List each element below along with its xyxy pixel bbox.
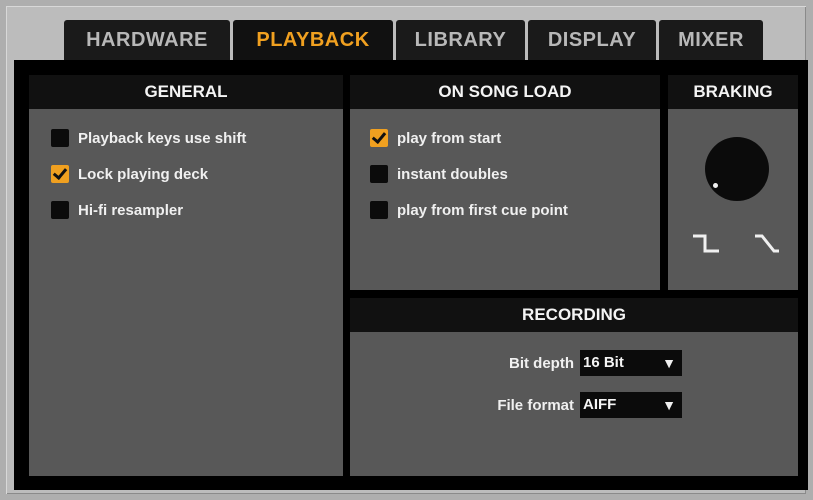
recording-panel-title: RECORDING xyxy=(350,298,798,332)
hi-fi-resampler-checkbox[interactable] xyxy=(51,201,69,219)
on-song-load-panel-title: ON SONG LOAD xyxy=(350,75,660,109)
file-format-row: File format AIFF ▼ xyxy=(444,392,682,418)
knob-indicator-dot xyxy=(713,183,718,188)
lock-playing-deck-option[interactable]: Lock playing deck xyxy=(51,163,208,185)
play-from-first-cue-point-checkbox[interactable] xyxy=(370,201,388,219)
play-from-start-label: play from start xyxy=(397,129,502,147)
bit-depth-row: Bit depth 16 Bit ▼ xyxy=(444,350,682,376)
play-from-start-checkbox[interactable] xyxy=(370,129,388,147)
general-panel-title: GENERAL xyxy=(29,75,343,109)
on-song-load-panel: ON SONG LOAD play from start instant dou… xyxy=(350,75,660,290)
settings-content: GENERAL Playback keys use shift Lock pla… xyxy=(14,60,808,490)
instant-doubles-label: instant doubles xyxy=(397,165,508,183)
braking-panel: BRAKING xyxy=(668,75,798,290)
playback-keys-use-shift-checkbox[interactable] xyxy=(51,129,69,147)
instant-doubles-checkbox[interactable] xyxy=(370,165,388,183)
recording-panel: RECORDING Bit depth 16 Bit ▼ File format… xyxy=(350,298,798,476)
lock-playing-deck-checkbox[interactable] xyxy=(51,165,69,183)
dropdown-arrow-icon: ▼ xyxy=(662,355,676,371)
tab-playback[interactable]: PLAYBACK xyxy=(233,20,393,60)
file-format-value: AIFF xyxy=(583,396,617,413)
tab-library[interactable]: LIBRARY xyxy=(396,20,525,60)
lock-playing-deck-label: Lock playing deck xyxy=(78,165,209,183)
braking-knob[interactable] xyxy=(705,137,769,201)
file-format-label: File format xyxy=(497,396,574,414)
hi-fi-resampler-option[interactable]: Hi-fi resampler xyxy=(51,199,183,221)
bit-depth-dropdown[interactable]: 16 Bit ▼ xyxy=(580,350,682,376)
playback-keys-use-shift-option[interactable]: Playback keys use shift xyxy=(51,127,246,149)
tab-display[interactable]: DISPLAY xyxy=(528,20,656,60)
braking-panel-title: BRAKING xyxy=(668,75,798,109)
tab-mixer[interactable]: MIXER xyxy=(659,20,763,60)
play-from-start-option[interactable]: play from start xyxy=(370,127,501,149)
play-from-first-cue-point-option[interactable]: play from first cue point xyxy=(370,199,568,221)
playback-keys-use-shift-label: Playback keys use shift xyxy=(78,129,247,147)
play-from-first-cue-point-label: play from first cue point xyxy=(397,201,568,219)
step-curve-icon xyxy=(693,234,719,253)
bit-depth-label: Bit depth xyxy=(509,354,574,372)
bit-depth-value: 16 Bit xyxy=(583,354,624,371)
file-format-dropdown[interactable]: AIFF ▼ xyxy=(580,392,682,418)
instant-doubles-option[interactable]: instant doubles xyxy=(370,163,508,185)
general-panel: GENERAL Playback keys use shift Lock pla… xyxy=(29,75,343,476)
dropdown-arrow-icon: ▼ xyxy=(662,397,676,413)
ramp-curve-icon xyxy=(755,234,779,253)
hi-fi-resampler-label: Hi-fi resampler xyxy=(78,201,184,219)
tab-hardware[interactable]: HARDWARE xyxy=(64,20,230,60)
